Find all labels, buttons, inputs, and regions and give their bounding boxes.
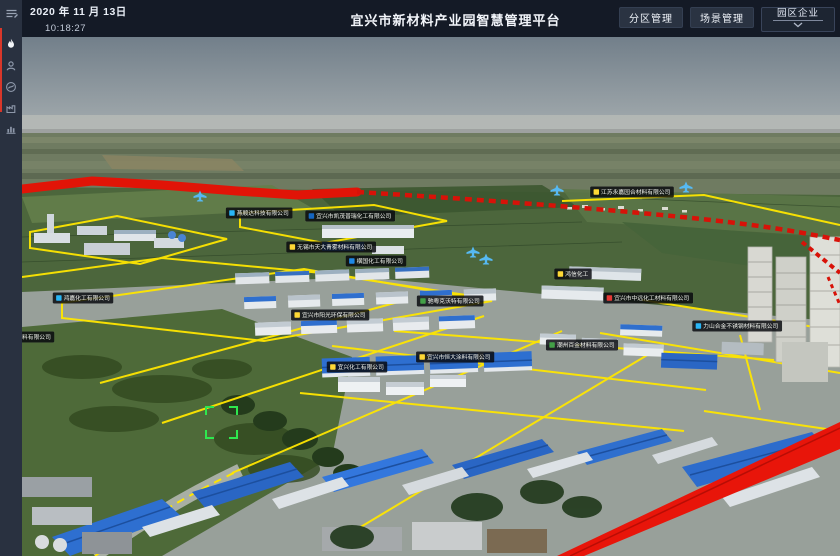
company-label[interactable]: 燕顺达科技有限公司: [226, 208, 292, 219]
company-label-icon: [549, 342, 554, 347]
page-title: 宜兴市新材料产业园智慧管理平台: [351, 10, 561, 29]
enterprise-dropdown[interactable]: 园区企业: [761, 7, 835, 32]
poi-marker-icon[interactable]: [194, 191, 207, 202]
company-label-text: 宜兴市凯茂普瑞化工有限公司: [316, 212, 391, 220]
company-label-icon: [558, 271, 563, 276]
datetime-block: 2020 年 11 月 13日 10:18:27: [30, 4, 127, 34]
company-label[interactable]: 无锡市天大青雾材料有限公司: [286, 242, 375, 253]
zone-management-button[interactable]: 分区管理: [619, 7, 683, 28]
company-label-text: 宜兴市中远化工材料有限公司: [614, 294, 689, 302]
poi-marker-icon[interactable]: [680, 182, 693, 193]
poi-marker-icon[interactable]: [551, 185, 564, 196]
sidebar: [0, 0, 22, 556]
company-label[interactable]: 防火材料有限公司: [22, 332, 54, 343]
company-label-icon: [420, 298, 425, 303]
company-label[interactable]: 鸿信化工: [554, 269, 591, 280]
header-bar: 2020 年 11 月 13日 10:18:27 宜兴市新材料产业园智慧管理平台…: [22, 0, 840, 37]
company-label-icon: [56, 295, 61, 300]
company-label[interactable]: 宜兴市恒大涂料有限公司: [416, 352, 494, 363]
poi-marker-icon[interactable]: [467, 247, 480, 258]
map-viewport[interactable]: 燕顺达科技有限公司 宜兴市凯茂普瑞化工有限公司无锡市天大青雾材料有限公司横国化工有…: [22, 37, 840, 556]
company-label-icon: [607, 295, 612, 300]
current-time: 10:18:27: [45, 23, 127, 34]
company-label[interactable]: 宜兴化工有限公司: [327, 362, 388, 373]
person-icon[interactable]: [0, 55, 22, 76]
company-label[interactable]: 宜兴市凯茂普瑞化工有限公司: [305, 211, 394, 222]
company-label-icon: [349, 258, 354, 263]
company-label-text: 宜兴化工有限公司: [338, 363, 384, 371]
enterprise-dropdown-label: 园区企业: [773, 8, 823, 21]
poi-marker-icon[interactable]: [480, 254, 493, 265]
company-label[interactable]: 鸿嘉化工有限公司: [53, 293, 114, 304]
company-label[interactable]: 宜兴市阳光环保有限公司: [291, 310, 369, 321]
company-label-text: 宜兴市阳光环保有限公司: [302, 311, 366, 319]
company-label-text: 宜兴市恒大涂料有限公司: [427, 353, 491, 361]
company-label-icon: [229, 210, 234, 215]
current-date: 2020 年 11 月 13日: [30, 4, 127, 19]
company-label-text: 鸿信化工: [565, 270, 588, 278]
company-label-text: 力山合金不锈钢材料有限公司: [703, 322, 778, 330]
active-indicator: [0, 28, 2, 112]
company-label-text: 横国化工有限公司: [357, 257, 403, 265]
company-label-text: 防火材料有限公司: [22, 333, 51, 341]
company-label-icon: [696, 323, 701, 328]
map-overlay-layer: 燕顺达科技有限公司 宜兴市凯茂普瑞化工有限公司无锡市天大青雾材料有限公司横国化工有…: [22, 37, 840, 556]
chevron-down-icon: [793, 22, 803, 28]
company-label-icon: [419, 354, 424, 359]
menu-icon[interactable]: [0, 3, 22, 24]
factory-icon[interactable]: [0, 97, 22, 118]
company-label-icon: [290, 244, 295, 249]
company-label-text: 鸿嘉化工有限公司: [64, 294, 110, 302]
company-label-text: 无锡市天大青雾材料有限公司: [297, 243, 372, 251]
company-label[interactable]: 力山合金不锈钢材料有限公司: [692, 321, 781, 332]
company-label-icon: [294, 312, 299, 317]
company-label-text: 潮州百金材料有限公司: [557, 341, 615, 349]
company-label-icon: [309, 213, 314, 218]
company-label[interactable]: 江苏永嘉园合材料有限公司: [590, 187, 674, 198]
company-label[interactable]: 横国化工有限公司: [346, 256, 407, 267]
scene-management-button[interactable]: 场景管理: [690, 7, 754, 28]
company-label-text: 燕顺达科技有限公司: [237, 209, 289, 217]
company-label-text: 驰粤克沃特有限公司: [428, 297, 480, 305]
company-label[interactable]: 宜兴市中远化工材料有限公司: [603, 293, 692, 304]
company-label[interactable]: 潮州百金材料有限公司: [546, 340, 618, 351]
company-label[interactable]: 驰粤克沃特有限公司: [417, 296, 483, 307]
company-label-icon: [594, 189, 599, 194]
app-window: 2020 年 11 月 13日 10:18:27 宜兴市新材料产业园智慧管理平台…: [0, 0, 840, 556]
globe-icon[interactable]: [0, 76, 22, 97]
company-label-icon: [330, 364, 335, 369]
bar-chart-icon[interactable]: [0, 118, 22, 139]
header-actions: 分区管理 场景管理 园区企业: [619, 7, 835, 32]
selection-target-box: [205, 406, 238, 439]
fire-icon[interactable]: [0, 34, 22, 55]
company-label-text: 江苏永嘉园合材料有限公司: [601, 188, 670, 196]
